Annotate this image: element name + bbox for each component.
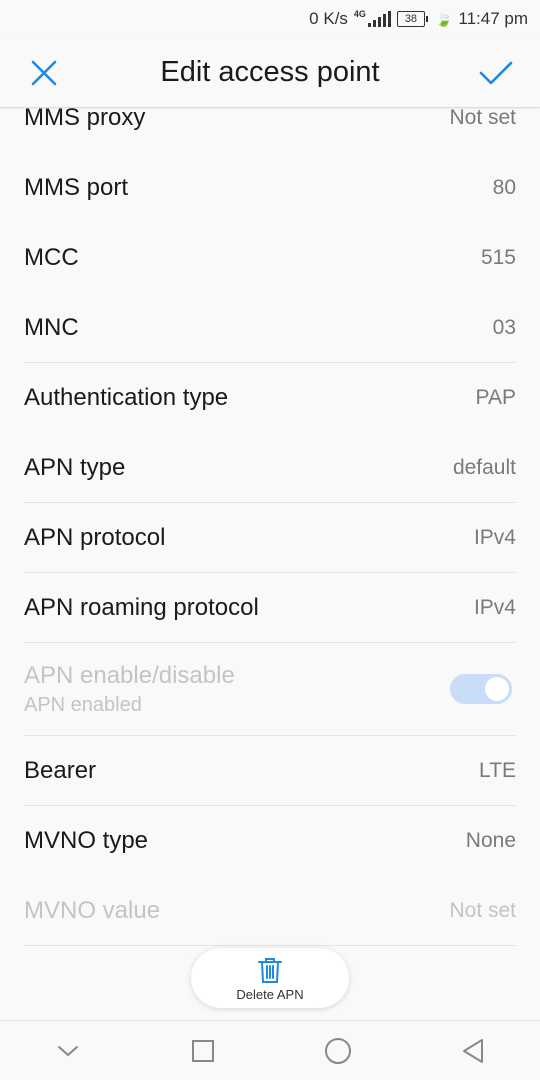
battery-level: 38 [404, 13, 418, 25]
row-value: 03 [492, 315, 516, 339]
row-value: IPv4 [473, 525, 516, 549]
row-authentication-type[interactable]: Authentication type PAP [24, 363, 516, 433]
row-mvno-type[interactable]: MVNO type None [24, 806, 516, 876]
row-sublabel: APN enabled [24, 693, 142, 716]
chevron-down-icon[interactable] [48, 1031, 88, 1071]
circle-icon[interactable] [318, 1031, 358, 1071]
apn-settings-list: MMS proxy Not set MMS port 80 MCC 515 MN… [0, 104, 540, 946]
row-value: 80 [492, 176, 516, 199]
row-value: LTE [479, 758, 516, 782]
row-label: Authentication type [24, 384, 229, 411]
row-mms-port[interactable]: MMS port 80 [24, 153, 516, 223]
row-label: MMS proxy [24, 104, 146, 131]
toggle-knob [485, 677, 509, 701]
row-mcc[interactable]: MCC 515 [24, 223, 516, 293]
row-apn-roaming-protocol[interactable]: APN roaming protocol IPv4 [24, 573, 516, 643]
page-title: Edit access point [160, 56, 380, 88]
battery-icon: 38 [396, 11, 428, 27]
row-value: Not set [449, 106, 516, 129]
row-mms-proxy[interactable]: MMS proxy Not set [24, 104, 516, 153]
row-label: MMS port [24, 174, 129, 201]
power-saving-icon: 🍃 [434, 10, 453, 27]
status-bar: 0 K/s 4G 38 🍃 11:47 pm [0, 0, 540, 38]
system-nav-bar [0, 1020, 540, 1080]
row-value: PAP [475, 386, 516, 409]
row-value: IPv4 [473, 595, 516, 619]
row-label: Bearer [24, 756, 97, 784]
network-speed: 0 K/s [309, 9, 348, 28]
check-icon[interactable] [478, 55, 514, 91]
row-apn-enable-disable: APN enable/disable APN enabled [24, 643, 516, 736]
row-label: APN enable/disable [24, 661, 235, 689]
signal-icon [367, 11, 391, 27]
delete-apn-button[interactable]: Delete APN [191, 948, 349, 1008]
row-apn-type[interactable]: APN type default [24, 433, 516, 503]
apn-enable-toggle[interactable] [450, 674, 512, 704]
delete-apn-label: Delete APN [236, 986, 304, 1002]
row-apn-protocol[interactable]: APN protocol IPv4 [24, 503, 516, 573]
row-mnc[interactable]: MNC 03 [24, 293, 516, 363]
row-text: APN enable/disable APN enabled [24, 662, 235, 717]
row-label: APN type [24, 453, 126, 481]
row-bearer[interactable]: Bearer LTE [24, 736, 516, 806]
network-type: 4G [353, 9, 366, 19]
row-label: MNC [24, 313, 79, 341]
row-mvno-value: MVNO value Not set [24, 876, 516, 946]
row-label: APN roaming protocol [24, 593, 259, 621]
row-value: None [465, 829, 516, 852]
square-icon[interactable] [183, 1031, 223, 1071]
row-label: APN protocol [24, 523, 166, 551]
back-triangle-icon[interactable] [453, 1031, 493, 1071]
trash-icon [258, 957, 282, 983]
row-label: MCC [24, 244, 79, 271]
row-label: MVNO value [24, 896, 161, 924]
row-label: MVNO type [24, 827, 149, 854]
app-bar: Edit access point [0, 38, 540, 108]
close-icon[interactable] [26, 55, 62, 91]
row-value: 515 [480, 246, 516, 269]
row-value: default [452, 455, 516, 479]
clock: 11:47 pm [458, 9, 528, 28]
row-value: Not set [449, 898, 516, 922]
